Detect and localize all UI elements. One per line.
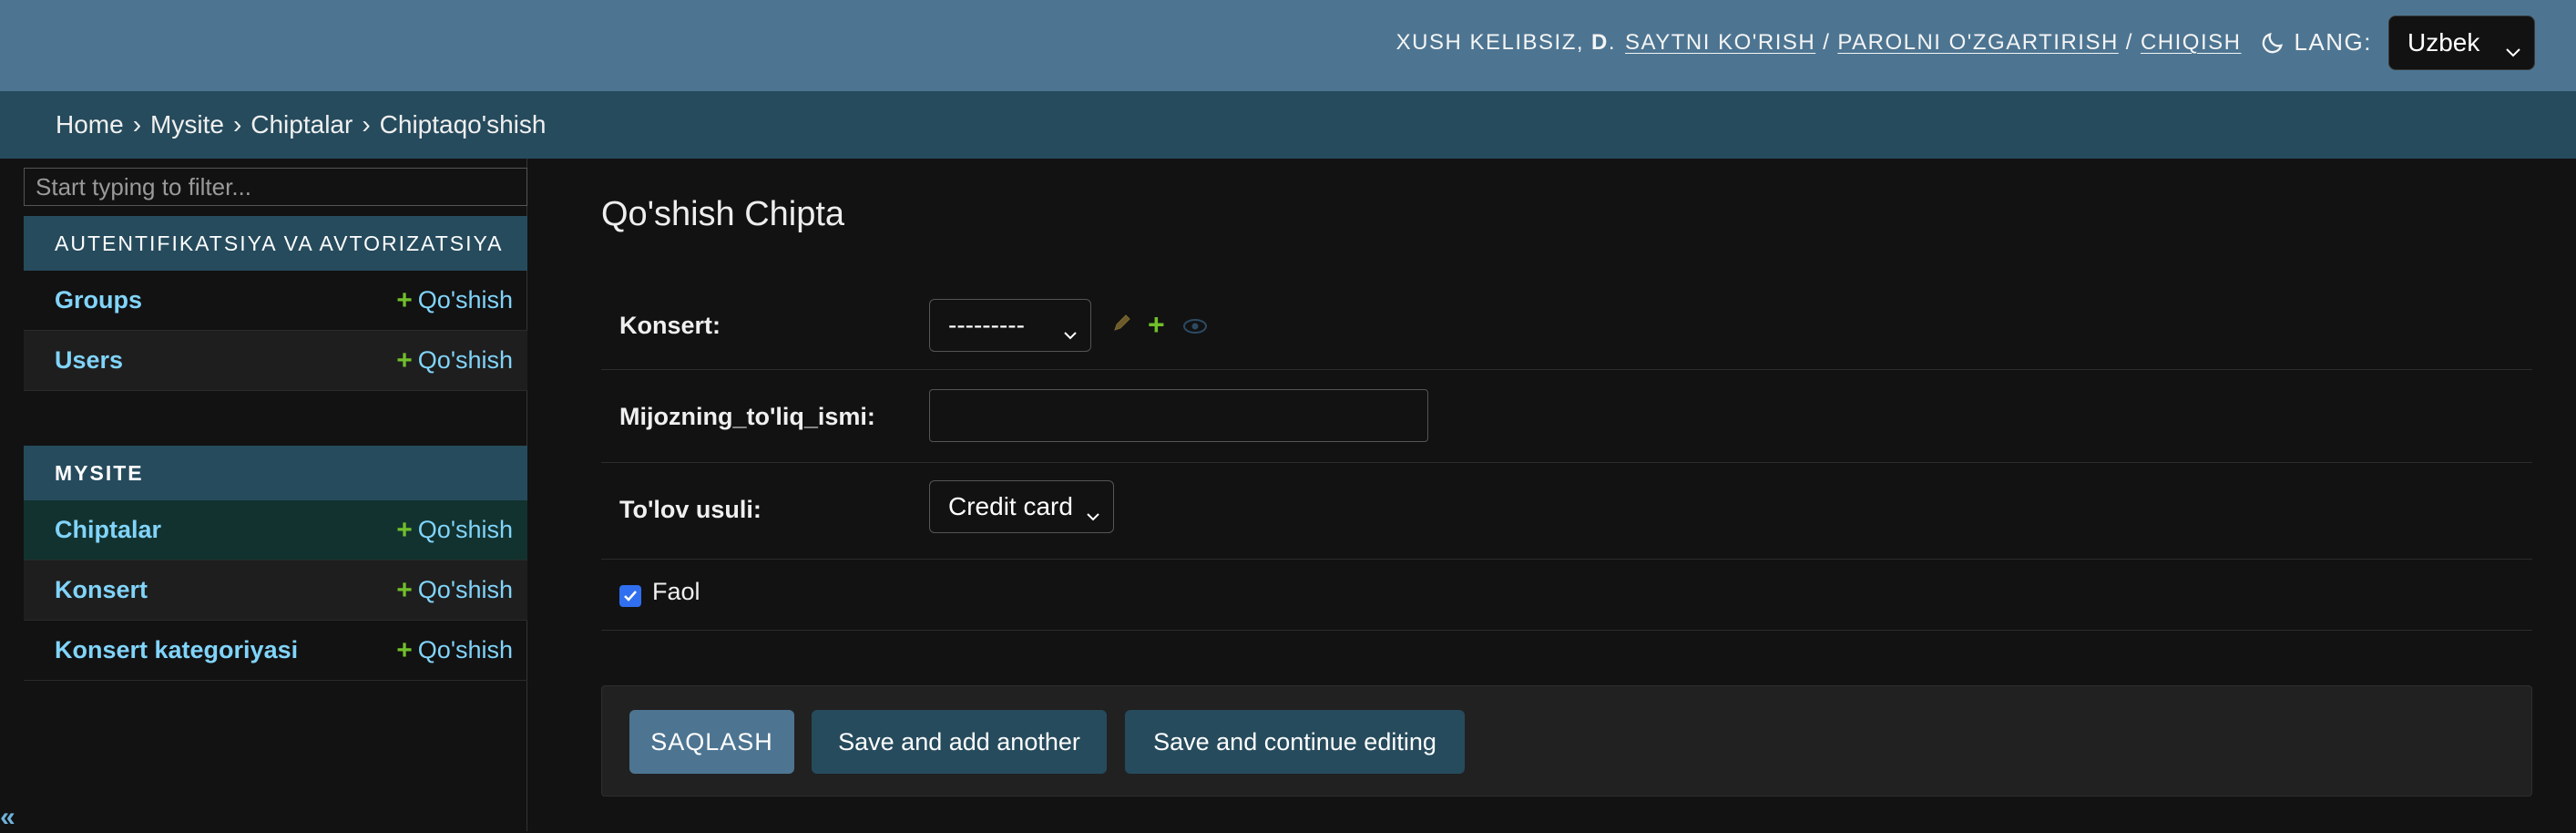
chevron-down-icon — [2505, 36, 2521, 66]
form-row-faol: Faol — [601, 560, 2532, 631]
save-and-add-another-button[interactable]: Save and add another — [812, 710, 1107, 774]
tolov-usuli-select[interactable]: Credit card — [929, 480, 1114, 533]
theme-toggle-moon-icon[interactable] — [2259, 29, 2286, 57]
form-row-konsert: Konsert: --------- + — [601, 281, 2532, 370]
konsert-select[interactable]: --------- — [929, 299, 1091, 352]
lang-label: LANG: — [2294, 28, 2372, 56]
header: XUSH KELIBSIZ, D. SAYTNI KO'RISH / PAROL… — [0, 0, 2576, 91]
sidebar-item-konsert: Konsert + Qo'shish — [24, 560, 527, 621]
chevron-down-icon — [1063, 318, 1078, 347]
model-link-konsert-kategoriyasi[interactable]: Konsert kategoriyasi — [55, 636, 298, 664]
konsert-label: Konsert: — [619, 312, 721, 339]
add-related-plus-icon[interactable]: + — [1148, 308, 1165, 342]
model-link-chiptalar[interactable]: Chiptalar — [55, 516, 161, 544]
breadcrumb-current: Chiptaqo'shish — [379, 110, 547, 139]
sidebar-item-konsert-kategoriyasi: Konsert kategoriyasi + Qo'shish — [24, 621, 527, 681]
add-groups-link[interactable]: + Qo'shish — [396, 285, 513, 316]
user-tools: XUSH KELIBSIZ, D. SAYTNI KO'RISH / PAROL… — [1396, 0, 2535, 85]
breadcrumb-home[interactable]: Home — [56, 110, 124, 139]
add-konsert-link[interactable]: + Qo'shish — [396, 575, 513, 606]
add-konsert-kategoriyasi-link[interactable]: + Qo'shish — [396, 635, 513, 666]
plus-icon: + — [396, 345, 413, 375]
tolov-label: To'lov usuli: — [619, 496, 762, 523]
change-password-link[interactable]: PAROLNI O'ZGARTIRISH — [1837, 30, 2118, 56]
form-row-tolov: To'lov usuli: Credit card — [601, 463, 2532, 560]
sidebar-filter-input[interactable]: Start typing to filter... — [24, 168, 527, 206]
app-caption-mysite[interactable]: MYSITE — [24, 446, 527, 500]
chevron-down-icon — [1086, 499, 1100, 529]
logout-link[interactable]: CHIQISH — [2141, 30, 2242, 56]
konsert-select-value: --------- — [948, 311, 1025, 339]
plus-icon: + — [396, 574, 413, 605]
sidebar-item-chiptalar: Chiptalar + Qo'shish — [24, 500, 527, 560]
welcome-text: XUSH KELIBSIZ, — [1395, 29, 1585, 55]
view-eye-icon[interactable] — [1182, 314, 1208, 342]
edit-pencil-icon[interactable] — [1111, 312, 1133, 340]
model-link-users[interactable]: Users — [55, 346, 123, 375]
sidebar-item-users: Users + Qo'shish — [24, 331, 527, 391]
add-users-link[interactable]: + Qo'shish — [396, 345, 513, 376]
sidebar-collapse-toggle[interactable]: « — [0, 802, 15, 833]
breadcrumb-mysite[interactable]: Mysite — [150, 110, 224, 139]
language-select[interactable]: Uzbek — [2388, 15, 2535, 70]
plus-icon: + — [396, 284, 413, 315]
submit-row: SAQLASH Save and add another Save and co… — [601, 685, 2532, 797]
breadcrumb-chiptalar[interactable]: Chiptalar — [250, 110, 353, 139]
page-title: Qo'shish Chipta — [601, 195, 845, 233]
mijoz-label: Mijozning_to'liq_ismi: — [619, 403, 875, 430]
sidebar-item-groups: Groups + Qo'shish — [24, 271, 527, 331]
model-link-groups[interactable]: Groups — [55, 286, 142, 314]
mijoz-full-name-input[interactable] — [929, 389, 1428, 442]
form-row-mijoz: Mijozning_to'liq_ismi: — [601, 370, 2532, 463]
username: D — [1591, 29, 1609, 55]
view-site-link[interactable]: SAYTNI KO'RISH — [1625, 30, 1815, 56]
save-button[interactable]: SAQLASH — [629, 710, 794, 774]
check-icon — [624, 591, 637, 602]
plus-icon: + — [396, 514, 413, 545]
app-caption-auth[interactable]: AUTENTIFIKATSIYA VA AVTORIZATSIYA — [24, 216, 527, 271]
breadcrumb: Home › Mysite › Chiptalar › Chiptaqo'shi… — [0, 91, 2576, 159]
plus-icon: + — [396, 634, 413, 665]
tolov-select-value: Credit card — [948, 492, 1073, 520]
language-value: Uzbek — [2407, 27, 2480, 57]
faol-checkbox[interactable] — [619, 585, 641, 607]
sidebar: Start typing to filter... AUTENTIFIKATSI… — [24, 159, 527, 831]
save-and-continue-button[interactable]: Save and continue editing — [1125, 710, 1465, 774]
faol-label: Faol — [652, 578, 700, 605]
add-chiptalar-link[interactable]: + Qo'shish — [396, 515, 513, 546]
model-link-konsert[interactable]: Konsert — [55, 576, 148, 604]
